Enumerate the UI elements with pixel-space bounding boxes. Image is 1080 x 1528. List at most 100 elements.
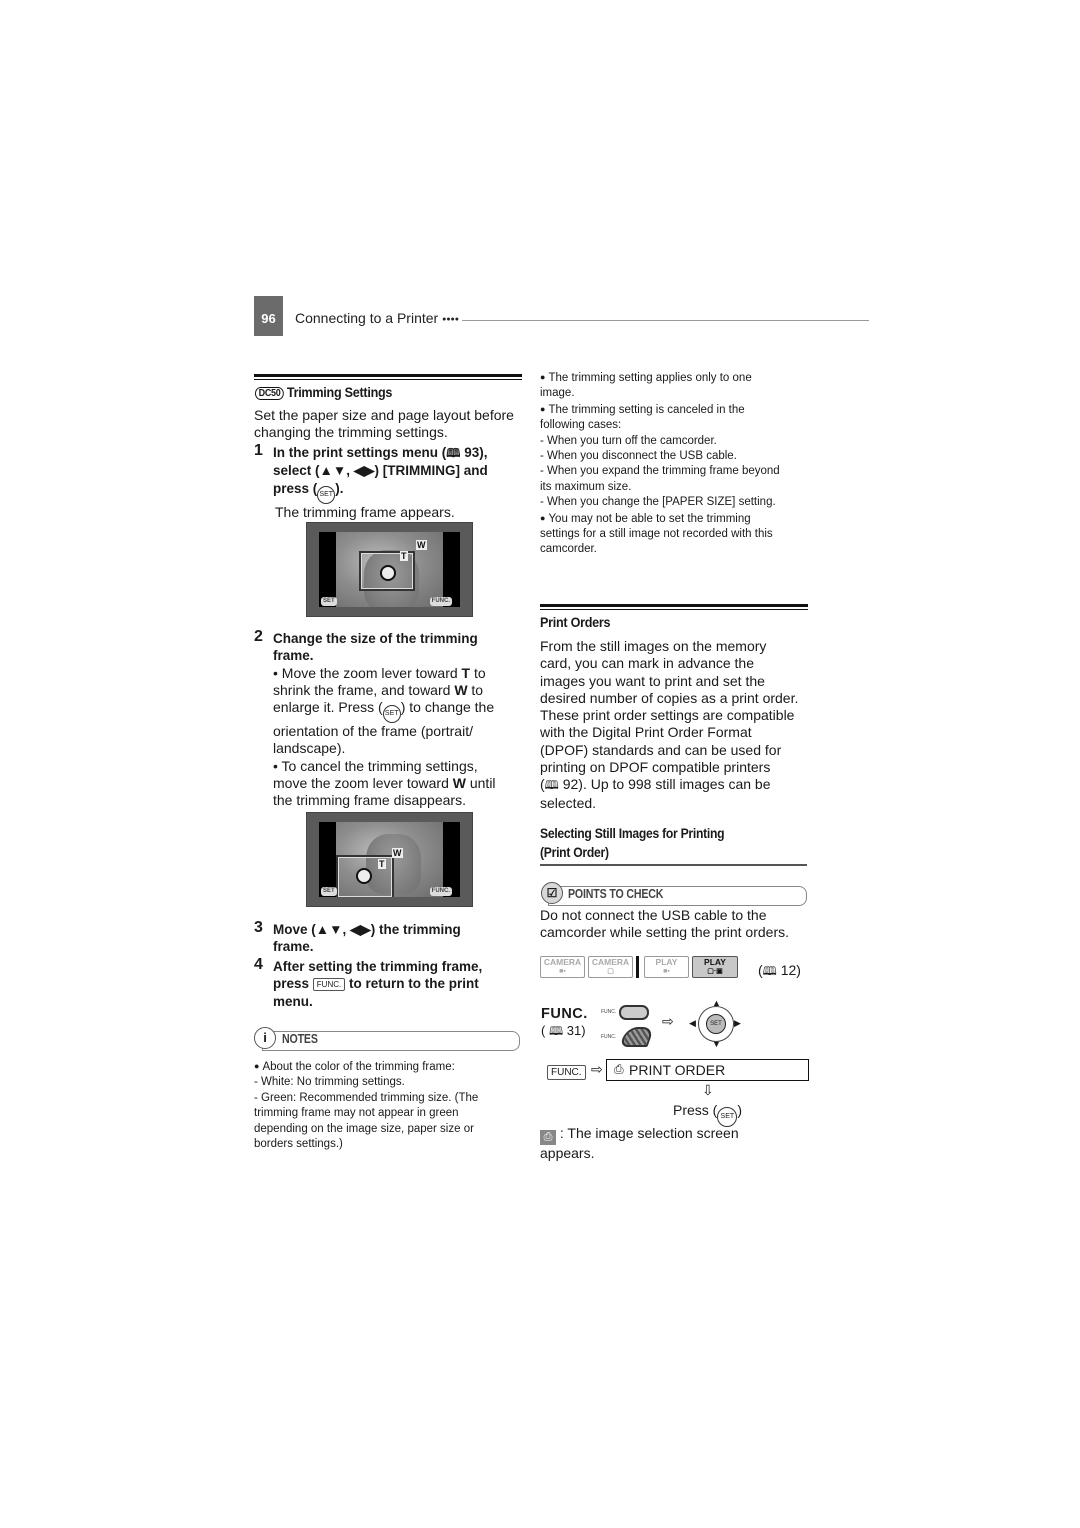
func-label: FUNC. xyxy=(541,1006,588,1022)
arrow-right-icon: ⇨ xyxy=(662,1013,674,1029)
func-tag: FUNC. xyxy=(429,597,452,606)
note-item: The trimming setting applies only to one xyxy=(540,370,815,386)
print-order-icon: ⎙ xyxy=(540,1130,556,1145)
mode-separator xyxy=(636,956,639,978)
step-result: The trimming frame appears. xyxy=(275,503,455,520)
step-text: press ( xyxy=(273,480,318,496)
camera-icon: ▢ xyxy=(607,968,614,975)
bullet-text: • To cancel the trimming settings, xyxy=(273,757,478,774)
func-button-dial-icon xyxy=(619,1027,655,1047)
set-button-icon: SET xyxy=(382,705,401,724)
t-indicator: T xyxy=(400,551,408,561)
body-line: selected. xyxy=(540,794,597,811)
note-item: - When you turn off the camcorder. xyxy=(540,434,717,447)
func-page-ref: ( 🕮 31) xyxy=(541,1022,586,1043)
note-item: settings for a still image not recorded … xyxy=(540,528,773,541)
func-key-icon: FUNC. xyxy=(547,1065,586,1080)
mode-label: PLAY xyxy=(655,957,678,967)
bullet-text: ) to change the xyxy=(400,699,495,716)
note-item: - When you disconnect the USB cable. xyxy=(540,450,737,463)
body-line: card, you can mark in advance the xyxy=(540,655,755,672)
body-line: (DPOF) standards and can be used for xyxy=(540,741,782,758)
mode-camera-movie: CAMERA ■▪ xyxy=(540,956,585,978)
page-ref: 12) xyxy=(780,962,801,978)
camera-card-icon: ▢·▣ xyxy=(707,968,723,975)
header-rule xyxy=(462,320,869,321)
photo-preview: W T xyxy=(336,822,443,897)
set-tag: SET xyxy=(321,597,337,606)
page-ref: 31) xyxy=(566,1023,586,1038)
note-item: depending on the image size, paper size … xyxy=(254,1122,474,1135)
bullet-text: to xyxy=(467,681,484,698)
set-tag: SET xyxy=(321,887,337,896)
book-icon: 🕮 xyxy=(544,778,559,793)
body-line: These print order settings are compatibl… xyxy=(540,707,795,724)
chapter-dots: ●●●● xyxy=(442,316,460,323)
photo-preview: W T xyxy=(336,532,443,607)
print-icon: ⎙ xyxy=(614,1062,624,1076)
step-text: to return to the print xyxy=(345,976,479,992)
arrow-left-icon: ◀ xyxy=(689,1018,696,1028)
page-number: 96 xyxy=(254,296,283,336)
movie-icon: ■▪ xyxy=(663,968,670,975)
points-to-check-title: POINTS TO CHECK xyxy=(568,887,664,901)
note-item: - When you change the [PAPER SIZE] setti… xyxy=(540,496,776,509)
t-indicator: T xyxy=(378,859,386,869)
chapter-title-text: Connecting to a Printer xyxy=(295,310,439,326)
step-2-bullets: • Move the zoom lever toward T to shrink… xyxy=(273,665,529,810)
step-2: 2 Change the size of the trimming frame.… xyxy=(254,628,529,810)
menu-item-label: PRINT ORDER xyxy=(629,1062,726,1078)
page-ref: 93), xyxy=(464,445,488,460)
section-title-text: Trimming Settings xyxy=(286,384,393,400)
notes-list: About the color of the trimming frame: -… xyxy=(254,1059,529,1152)
section-rule xyxy=(254,374,522,380)
trimming-notes: The trimming setting applies only to one… xyxy=(540,370,815,558)
step-number: 1 xyxy=(254,442,263,459)
subsection-title-2: (Print Order) xyxy=(540,845,609,860)
arrow-down-icon: ▼ xyxy=(712,1039,721,1049)
screen-display: W T SET FUNC. xyxy=(319,532,460,607)
book-icon: 🕮 xyxy=(762,964,777,978)
mode-page-ref: (🕮 12) xyxy=(758,962,801,983)
info-icon: i xyxy=(254,1027,276,1049)
check-line: Do not connect the USB cable to the xyxy=(540,907,767,923)
trimming-screen-2: W T SET FUNC. xyxy=(306,812,473,907)
points-to-check-text: Do not connect the USB cable to the camc… xyxy=(540,907,815,942)
model-badge: DC50 xyxy=(255,387,285,400)
book-icon: 🕮 xyxy=(548,1024,564,1038)
body-line: images you want to print and set the xyxy=(540,672,765,689)
mode-label: PLAY xyxy=(704,957,726,967)
func-key-icon: FUNC. xyxy=(312,978,346,992)
screen-display: W T SET FUNC. xyxy=(319,822,460,897)
print-orders-body: From the still images on the memory card… xyxy=(540,638,815,812)
body-line: with the Digital Print Order Format xyxy=(540,724,752,741)
note-item: - Green: Recommended trimming size. (The xyxy=(254,1091,479,1104)
arrow-right-small-icon: ▶ xyxy=(734,1018,741,1028)
step-text: select (▲▼, ◀▶) [TRIMMING] and xyxy=(273,463,488,479)
step-text: frame. xyxy=(273,939,314,955)
result-line: : The image selection screen xyxy=(559,1125,739,1141)
step-1: 1 In the print settings menu (🕮 93), sel… xyxy=(254,442,524,521)
set-button-icon: SET xyxy=(317,485,336,504)
notes-title: NOTES xyxy=(282,1032,318,1046)
step-4: 4 After setting the trimming frame, pres… xyxy=(254,956,529,1010)
mode-play-movie: PLAY ■▪ xyxy=(644,956,689,978)
bullet-text: move the zoom lever toward xyxy=(273,775,453,792)
step-text: After setting the trimming frame, xyxy=(273,959,483,974)
bullet-text: the trimming frame disappears. xyxy=(273,792,466,809)
step-number: 2 xyxy=(254,628,263,645)
step-text: Change the size of the trimming xyxy=(273,631,478,646)
w-key: W xyxy=(454,681,468,698)
func-small-label: FUNC. xyxy=(601,1034,617,1040)
step-text: ). xyxy=(335,480,344,496)
step-3: 3 Move (▲▼, ◀▶) the trimming frame. xyxy=(254,919,529,956)
trimming-settings-title: DC50 Trimming Settings xyxy=(255,384,392,400)
note-item: borders settings.) xyxy=(254,1138,343,1151)
t-key: T xyxy=(461,664,471,681)
bullet-text: to xyxy=(470,664,486,681)
step-text: menu. xyxy=(273,993,313,1009)
trimming-screen-1: W T SET FUNC. xyxy=(306,522,473,617)
step-text: press xyxy=(273,976,313,992)
check-icon: ☑ xyxy=(541,882,563,904)
func-button-oval-icon xyxy=(619,1005,649,1020)
